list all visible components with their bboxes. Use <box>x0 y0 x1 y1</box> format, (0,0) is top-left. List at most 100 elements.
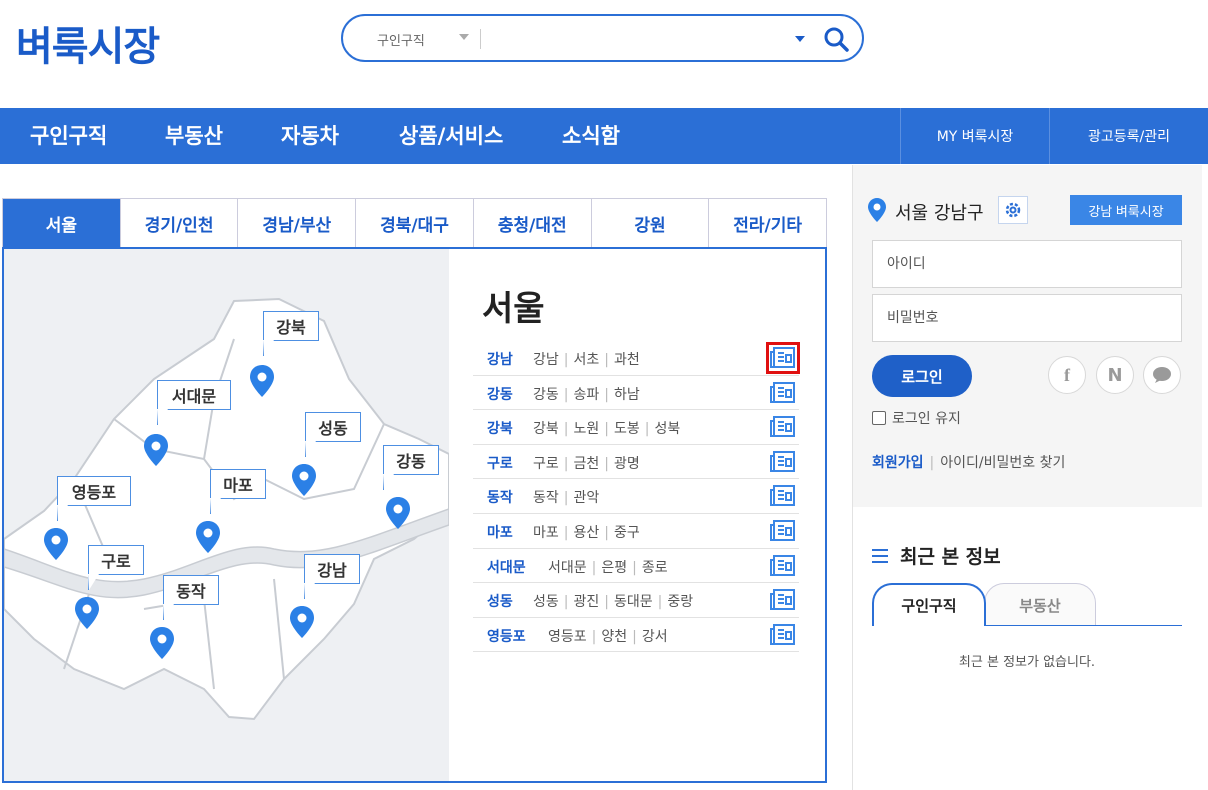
district-name-link[interactable]: 서대문 <box>487 557 526 577</box>
nav-my-page[interactable]: MY 벼룩시장 <box>900 108 1049 164</box>
map-pin-icon[interactable] <box>150 627 174 659</box>
sub-district-link[interactable]: 관악 <box>573 490 599 506</box>
sub-district-link[interactable]: 마포 <box>533 525 559 541</box>
nav-ad-manage[interactable]: 광고등록/관리 <box>1049 108 1208 164</box>
sub-district-link[interactable]: 노원 <box>573 421 599 437</box>
district-name-link[interactable]: 강남 <box>487 349 513 369</box>
map-pin-icon[interactable] <box>75 597 99 629</box>
sub-district-link[interactable]: 강북 <box>533 421 559 437</box>
map-pin-icon[interactable] <box>44 528 68 560</box>
sub-district-link[interactable]: 강동 <box>533 387 559 403</box>
tab-jeolla[interactable]: 전라/기타 <box>709 199 827 248</box>
nav-goods[interactable]: 상품/서비스 <box>399 120 503 150</box>
newspaper-icon[interactable] <box>770 554 796 578</box>
sub-district-link[interactable]: 영등포 <box>548 629 587 645</box>
newspaper-icon[interactable] <box>770 381 796 405</box>
district-name-link[interactable]: 동작 <box>487 487 513 507</box>
map-district-label[interactable]: 구로 <box>88 545 144 575</box>
sub-district-link[interactable]: 동작 <box>533 490 559 506</box>
district-name-link[interactable]: 강북 <box>487 418 513 438</box>
sub-district-link[interactable]: 송파 <box>573 387 599 403</box>
tab-gyeonggi[interactable]: 경기/인천 <box>120 199 239 248</box>
map-district-label[interactable]: 강동 <box>383 445 439 475</box>
map-district-label[interactable]: 마포 <box>210 469 266 499</box>
tab-gyeongnam[interactable]: 경남/부산 <box>238 199 357 248</box>
map-pin-icon[interactable] <box>196 521 220 553</box>
district-name-link[interactable]: 구로 <box>487 453 513 473</box>
map-district-label[interactable]: 성동 <box>305 412 361 442</box>
district-name-link[interactable]: 성동 <box>487 591 513 611</box>
password-field[interactable] <box>872 294 1182 342</box>
search-input[interactable] <box>489 26 779 52</box>
local-market-button[interactable]: 강남 벼룩시장 <box>1070 195 1182 225</box>
sub-district-link[interactable]: 서초 <box>573 352 599 368</box>
sub-district-link[interactable]: 서대문 <box>548 560 587 576</box>
category-caret-icon[interactable] <box>459 34 469 40</box>
newspaper-icon[interactable] <box>770 450 796 474</box>
join-link[interactable]: 회원가입 <box>872 455 924 471</box>
sub-district-link[interactable]: 중구 <box>614 525 640 541</box>
map-pin-icon[interactable] <box>292 464 316 496</box>
tab-chungcheong[interactable]: 충청/대전 <box>473 199 592 248</box>
map-pin-icon[interactable] <box>250 365 274 397</box>
sub-district-link[interactable]: 하남 <box>614 387 640 403</box>
recent-tab-jobs[interactable]: 구인구직 <box>872 583 986 626</box>
naver-login-button[interactable]: N <box>1096 356 1134 394</box>
sub-district-link[interactable]: 양천 <box>601 629 627 645</box>
sub-district-link[interactable]: 종로 <box>642 560 668 576</box>
kakao-login-button[interactable] <box>1143 356 1181 394</box>
location-settings-button[interactable] <box>998 196 1028 224</box>
map-district-label[interactable]: 강북 <box>263 311 319 341</box>
sub-district-link[interactable]: 광진 <box>573 594 599 610</box>
newspaper-icon[interactable] <box>770 588 796 612</box>
sub-district-link[interactable]: 성동 <box>533 594 559 610</box>
map-district-label[interactable]: 동작 <box>163 575 219 605</box>
map-pin-icon[interactable] <box>144 434 168 466</box>
nav-realestate[interactable]: 부동산 <box>165 120 223 150</box>
sub-district-link[interactable]: 강남 <box>533 352 559 368</box>
newspaper-icon[interactable] <box>770 623 796 647</box>
keep-login-checkbox[interactable]: 로그인 유지 <box>872 408 961 428</box>
id-field[interactable] <box>872 240 1182 288</box>
sub-district-link[interactable]: 강서 <box>642 629 668 645</box>
sub-district-link[interactable]: 금천 <box>573 456 599 472</box>
district-name-link[interactable]: 영등포 <box>487 626 526 646</box>
map-district-label[interactable]: 강남 <box>304 554 360 584</box>
search-icon[interactable] <box>821 24 851 54</box>
newspaper-icon[interactable] <box>766 342 800 374</box>
sub-district-link[interactable]: 도봉 <box>614 421 640 437</box>
newspaper-icon[interactable] <box>770 484 796 508</box>
newspaper-icon[interactable] <box>770 415 796 439</box>
map-pin-icon[interactable] <box>386 497 410 529</box>
site-logo[interactable]: 벼룩시장 <box>16 14 160 72</box>
facebook-login-button[interactable]: f <box>1048 356 1086 394</box>
sub-district-link[interactable]: 은평 <box>601 560 627 576</box>
sub-district-link[interactable]: 성북 <box>654 421 680 437</box>
find-account-link[interactable]: 아이디/비밀번호 찾기 <box>940 455 1065 471</box>
search-dropdown-icon[interactable] <box>795 36 805 42</box>
recent-tab-realestate[interactable]: 부동산 <box>984 583 1096 626</box>
checkbox-icon[interactable] <box>872 411 886 425</box>
map-district-label[interactable]: 서대문 <box>157 380 231 410</box>
sub-district-link[interactable]: 광명 <box>614 456 640 472</box>
nav-news[interactable]: 소식함 <box>562 120 620 150</box>
district-name-link[interactable]: 마포 <box>487 522 513 542</box>
sub-district-link[interactable]: 구로 <box>533 456 559 472</box>
sub-district-link[interactable]: 동대문 <box>614 594 653 610</box>
tab-seoul[interactable]: 서울 <box>3 199 121 248</box>
nav-cars[interactable]: 자동차 <box>281 120 339 150</box>
tab-gangwon[interactable]: 강원 <box>591 199 710 248</box>
nav-jobs[interactable]: 구인구직 <box>30 120 107 150</box>
map-pin-icon[interactable] <box>290 606 314 638</box>
district-name-link[interactable]: 강동 <box>487 384 513 404</box>
tab-gyeongbuk[interactable]: 경북/대구 <box>356 199 474 248</box>
search-category-select[interactable]: 구인구직 <box>377 30 425 49</box>
sub-district-link[interactable]: 용산 <box>573 525 599 541</box>
map-district-label[interactable]: 영등포 <box>57 476 131 506</box>
sub-district-link[interactable]: 과천 <box>614 352 640 368</box>
sub-district-link[interactable]: 중랑 <box>667 594 693 610</box>
district-sub-links: 마포 | 용산 | 중구 <box>533 522 640 542</box>
login-button[interactable]: 로그인 <box>872 355 972 397</box>
newspaper-icon[interactable] <box>770 519 796 543</box>
separator: | <box>604 455 609 472</box>
